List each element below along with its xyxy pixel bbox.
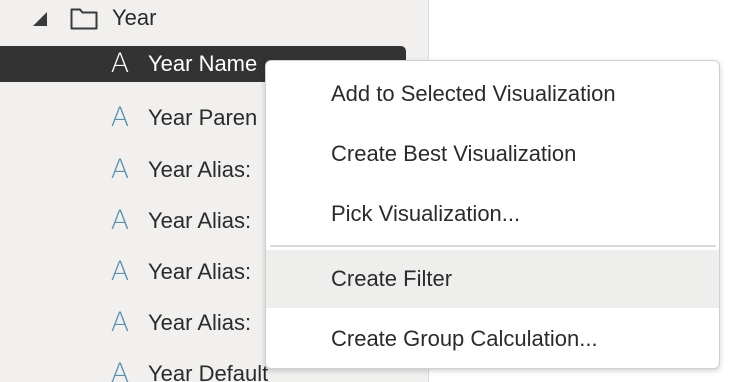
context-menu: Add to Selected Visualization Create Bes… [265, 60, 720, 369]
attribute-a-icon: A [110, 358, 130, 382]
attribute-a-icon: A [110, 48, 130, 79]
tree-item-label: Year Paren [148, 105, 258, 130]
tree-item-label: Year Alias: [148, 157, 252, 182]
menu-item-create-group-calculation[interactable]: Create Group Calculation... [266, 310, 719, 368]
menu-item-create-filter[interactable]: Create Filter [266, 250, 719, 308]
tree-item-label: Year Alias: [148, 208, 252, 233]
menu-item-label: Create Best Visualization [331, 141, 577, 166]
attribute-a-icon: A [110, 154, 130, 185]
expanded-triangle-icon[interactable] [33, 12, 47, 26]
tree-item-label: Year Name [148, 51, 258, 76]
tree-item-label: Year Default [148, 361, 269, 382]
menu-item-label: Create Group Calculation... [331, 326, 598, 351]
tree-item-label: Year Alias: [148, 259, 252, 284]
menu-item-label: Create Filter [331, 266, 453, 291]
attribute-a-icon: A [110, 102, 130, 133]
folder-icon [70, 6, 98, 30]
menu-divider [270, 245, 716, 247]
menu-item-pick-visualization[interactable]: Pick Visualization... [266, 185, 719, 243]
menu-item-label: Pick Visualization... [331, 201, 521, 226]
folder-label: Year [112, 5, 157, 30]
tree-item-label: Year Alias: [148, 310, 252, 335]
attribute-a-icon: A [110, 307, 130, 338]
attribute-a-icon: A [110, 205, 130, 236]
menu-item-create-best-visualization[interactable]: Create Best Visualization [266, 125, 719, 183]
menu-item-label: Add to Selected Visualization [331, 81, 616, 106]
attribute-a-icon: A [110, 256, 130, 287]
tree-folder-year[interactable]: Year [0, 0, 428, 38]
menu-item-add-to-selected-visualization[interactable]: Add to Selected Visualization [266, 65, 719, 123]
